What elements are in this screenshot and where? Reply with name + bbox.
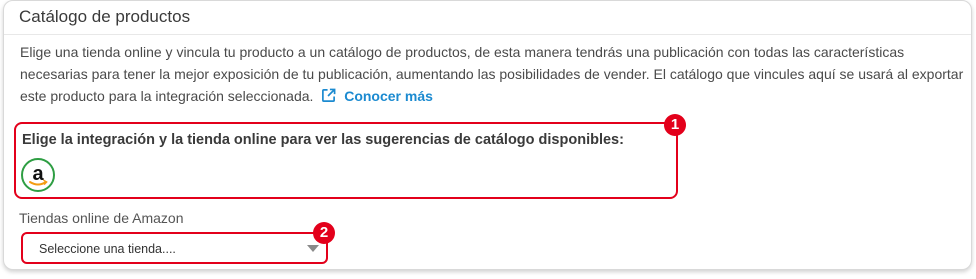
integration-label: Elige la integración y la tienda online … (22, 132, 624, 148)
learn-more-link[interactable]: Conocer más (344, 88, 433, 104)
card-title: Catálogo de productos (19, 7, 191, 26)
amazon-integration-button[interactable]: a (21, 158, 55, 192)
description-text: Elige una tienda online y vincula tu pro… (20, 44, 964, 104)
external-link-icon[interactable] (321, 87, 336, 109)
store-select-value: Seleccione una tienda.... (39, 242, 176, 256)
chevron-down-icon (307, 245, 319, 252)
catalog-card: Catálogo de productos Elige una tienda o… (3, 0, 972, 270)
svg-text:a: a (32, 163, 44, 185)
stores-label: Tiendas online de Amazon (19, 210, 184, 226)
integration-selector: Elige la integración y la tienda online … (14, 122, 678, 199)
amazon-logo-icon: a (29, 163, 48, 186)
title-divider (4, 34, 971, 35)
step-badge-1: 1 (664, 114, 686, 136)
card-description: Elige una tienda online y vincula tu pro… (20, 41, 965, 109)
store-select[interactable]: Seleccione una tienda.... (21, 232, 328, 264)
step-badge-2: 2 (313, 222, 335, 244)
